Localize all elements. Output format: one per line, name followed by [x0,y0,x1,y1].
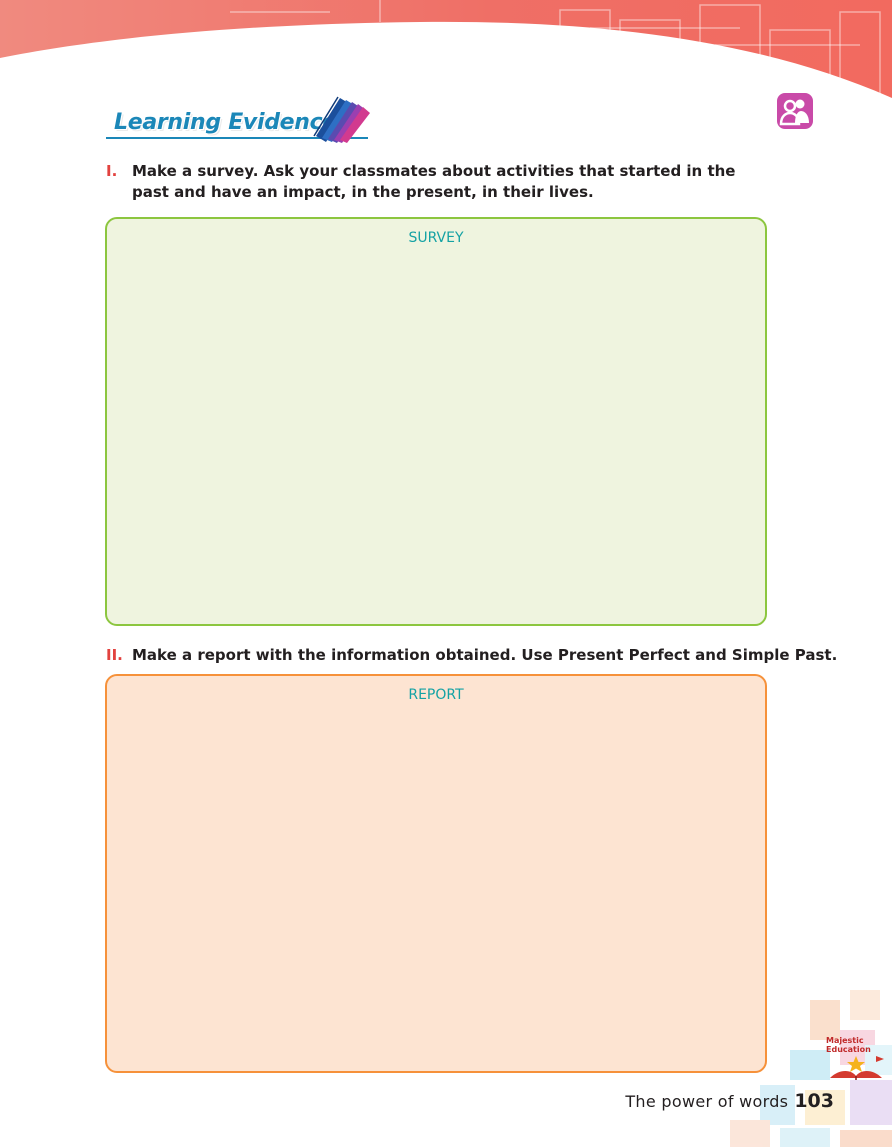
footer: The power of words 103 [625,1090,834,1112]
report-label: REPORT [408,687,464,703]
survey-box[interactable]: SURVEY [105,217,767,626]
instruction-1: I. Make a survey. Ask your classmates abo… [106,161,766,203]
brand-line-1: Majestic [826,1036,864,1045]
section-title: Learning Evidence [106,92,376,148]
books-icon [313,96,370,143]
brand-line-2: Education [826,1045,871,1054]
instruction-2-text: Make a report with the information obtai… [132,646,838,664]
book-title: The power of words [625,1092,789,1111]
report-box[interactable]: REPORT [105,674,767,1073]
publisher-logo: Majestic Education [818,1032,888,1088]
instruction-2-number: II. [106,646,123,664]
instruction-1-text: Make a survey. Ask your classmates about… [132,162,736,201]
survey-label: SURVEY [408,230,464,246]
pair-work-icon [777,93,813,129]
instruction-2: II. Make a report with the information ob… [106,645,837,666]
title-text: Learning Evidence [114,110,338,135]
instruction-1-number: I. [106,162,118,180]
book-star-icon [830,1056,884,1080]
page-number: 103 [794,1090,834,1112]
